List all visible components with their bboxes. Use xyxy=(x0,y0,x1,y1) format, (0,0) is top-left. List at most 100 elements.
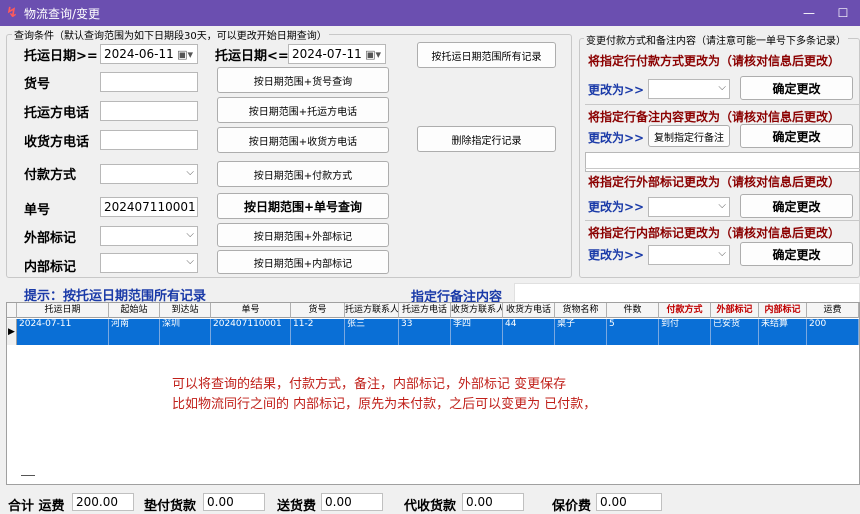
table-cell[interactable]: 深圳 xyxy=(160,319,211,345)
calendar-dropdown-icon[interactable]: ▣▾ xyxy=(365,46,381,64)
column-header[interactable]: 托运方电话 xyxy=(399,303,451,318)
column-header[interactable]: 付款方式 xyxy=(659,303,711,318)
row-selector-icon[interactable]: ▶ xyxy=(7,319,17,345)
table-row[interactable]: ▶ 2024-07-11 河南 深圳 202407110001 11-2 张三 … xyxy=(7,319,859,345)
date-from-label: 托运日期>= xyxy=(24,49,98,64)
advance-payment-value: 0.00 xyxy=(203,493,265,511)
insurance-fee-value: 0.00 xyxy=(596,493,662,511)
internal-confirm-button[interactable]: 确定更改 xyxy=(740,242,853,266)
remark-change-title: 将指定行备注内容更改为（请核对信息后更改） xyxy=(588,110,841,124)
by-internal-mark-button[interactable]: 按日期范围+内部标记 xyxy=(217,250,389,274)
column-header[interactable]: 起始站 xyxy=(109,303,160,318)
column-header[interactable]: 货号 xyxy=(291,303,345,318)
total-freight-value: 200.00 xyxy=(72,493,134,511)
table-cell[interactable]: 200 xyxy=(807,319,859,345)
by-order-button[interactable]: 按日期范围+单号查询 xyxy=(217,193,389,219)
app-icon: ↯ xyxy=(6,5,18,21)
column-header[interactable]: 单号 xyxy=(211,303,291,318)
order-no-input[interactable]: 202407110001 xyxy=(100,197,198,217)
total-freight-label: 合计 运费 xyxy=(8,499,65,514)
divider xyxy=(585,104,860,105)
advance-payment-label: 垫付货款 xyxy=(144,499,197,514)
column-header[interactable]: 收货方电话 xyxy=(503,303,555,318)
cargo-no-input[interactable] xyxy=(100,72,198,92)
by-receiver-phone-button[interactable]: 按日期范围+收货方电话 xyxy=(217,127,389,153)
table-cell[interactable]: 李四 xyxy=(451,319,503,345)
column-header[interactable]: 托运日期 xyxy=(17,303,109,318)
receiver-phone-input[interactable] xyxy=(100,130,198,150)
all-by-date-button[interactable]: 按托运日期范围所有记录 xyxy=(417,42,556,68)
payment-select[interactable]: ⌵ xyxy=(100,164,198,184)
order-no-label: 单号 xyxy=(24,203,51,218)
by-sender-phone-button[interactable]: 按日期范围+托运方电话 xyxy=(217,97,389,123)
column-header[interactable]: 托运方联系人 xyxy=(345,303,399,318)
chevron-down-icon: ⌵ xyxy=(718,82,726,93)
external-confirm-button[interactable]: 确定更改 xyxy=(740,194,853,218)
insurance-fee-label: 保价费 xyxy=(552,499,592,514)
remark-confirm-button[interactable]: 确定更改 xyxy=(740,124,853,148)
table-cell[interactable]: 已安货 xyxy=(711,319,759,345)
sender-phone-input[interactable] xyxy=(100,101,198,121)
external-mark-label: 外部标记 xyxy=(24,231,77,246)
table-cell[interactable]: 桌子 xyxy=(555,319,607,345)
payment-confirm-button[interactable]: 确定更改 xyxy=(740,76,853,100)
table-cell[interactable]: 33 xyxy=(399,319,451,345)
by-payment-button[interactable]: 按日期范围+付款方式 xyxy=(217,161,389,187)
header-corner xyxy=(7,303,17,318)
table-cell[interactable]: 张三 xyxy=(345,319,399,345)
column-header[interactable]: 内部标记 xyxy=(759,303,807,318)
query-legend: 查询条件（默认查询范围为如下日期段30天，可以更改开始日期查询） xyxy=(12,27,329,42)
date-from-picker[interactable]: 2024-06-11 ▣▾ xyxy=(100,44,198,64)
payment-change-title: 将指定行付款方式更改为（请核对信息后更改） xyxy=(588,54,841,68)
table-cell[interactable]: 2024-07-11 xyxy=(17,319,109,345)
payment-change-select[interactable]: ⌵ xyxy=(648,79,730,99)
sender-phone-label: 托运方电话 xyxy=(24,106,90,121)
window-title: 物流查询/变更 xyxy=(24,6,101,21)
grid-header: 托运日期 起始站 到达站 单号 货号 托运方联系人 托运方电话 收货方联系人 收… xyxy=(7,303,859,318)
copy-remark-button[interactable]: 复制指定行备注 xyxy=(648,125,730,147)
column-header[interactable]: 外部标记 xyxy=(711,303,759,318)
remark-content-display xyxy=(514,283,860,303)
receiver-phone-label: 收货方电话 xyxy=(24,135,90,150)
external-change-title: 将指定行外部标记更改为（请核对信息后更改） xyxy=(588,175,841,189)
change-legend: 变更付款方式和备注内容（请注意可能一单号下多条记录） xyxy=(584,32,848,47)
table-cell[interactable]: 未结算 xyxy=(759,319,807,345)
column-header[interactable]: 到达站 xyxy=(160,303,211,318)
date-to-picker[interactable]: 2024-07-11 ▣▾ xyxy=(288,44,386,64)
maximize-button[interactable]: ☐ xyxy=(834,4,852,22)
payment-change-to-label: 更改为>> xyxy=(588,83,645,97)
table-cell[interactable]: 202407110001 xyxy=(211,319,291,345)
calendar-dropdown-icon[interactable]: ▣▾ xyxy=(177,46,193,64)
remark-input[interactable] xyxy=(585,152,860,172)
delivery-fee-value: 0.00 xyxy=(321,493,383,511)
by-cargo-button[interactable]: 按日期范围+货号查询 xyxy=(217,67,389,93)
internal-change-select[interactable]: ⌵ xyxy=(648,245,730,265)
external-change-select[interactable]: ⌵ xyxy=(648,197,730,217)
column-header[interactable]: 收货方联系人 xyxy=(451,303,503,318)
chevron-down-icon: ⌵ xyxy=(718,200,726,211)
column-header[interactable]: 件数 xyxy=(607,303,659,318)
column-header[interactable]: 运费 xyxy=(807,303,859,318)
column-header[interactable]: 货物名称 xyxy=(555,303,607,318)
chevron-down-icon: ⌵ xyxy=(186,167,194,178)
internal-change-title: 将指定行内部标记更改为（请核对信息后更改） xyxy=(588,226,841,240)
minimize-button[interactable]: — xyxy=(800,4,818,22)
table-cell[interactable]: 5 xyxy=(607,319,659,345)
table-cell[interactable]: 11-2 xyxy=(291,319,345,345)
cargo-no-label: 货号 xyxy=(24,77,51,92)
table-cell[interactable]: 河南 xyxy=(109,319,160,345)
delivery-fee-label: 送货费 xyxy=(277,499,317,514)
date-to-value: 2024-07-11 xyxy=(292,47,362,61)
by-external-mark-button[interactable]: 按日期范围+外部标记 xyxy=(217,223,389,247)
table-cell[interactable]: 44 xyxy=(503,319,555,345)
date-from-value: 2024-06-11 xyxy=(104,47,174,61)
chevron-down-icon: ⌵ xyxy=(186,229,194,240)
payment-label: 付款方式 xyxy=(24,168,77,183)
title-bar: ↯ 物流查询/变更 — ☐ xyxy=(0,0,860,26)
delete-row-button[interactable]: 删除指定行记录 xyxy=(417,126,556,152)
horizontal-scrollbar[interactable] xyxy=(21,475,35,476)
external-mark-select[interactable]: ⌵ xyxy=(100,226,198,246)
table-cell[interactable]: 到付 xyxy=(659,319,711,345)
chevron-down-icon: ⌵ xyxy=(718,248,726,259)
internal-mark-select[interactable]: ⌵ xyxy=(100,253,198,273)
